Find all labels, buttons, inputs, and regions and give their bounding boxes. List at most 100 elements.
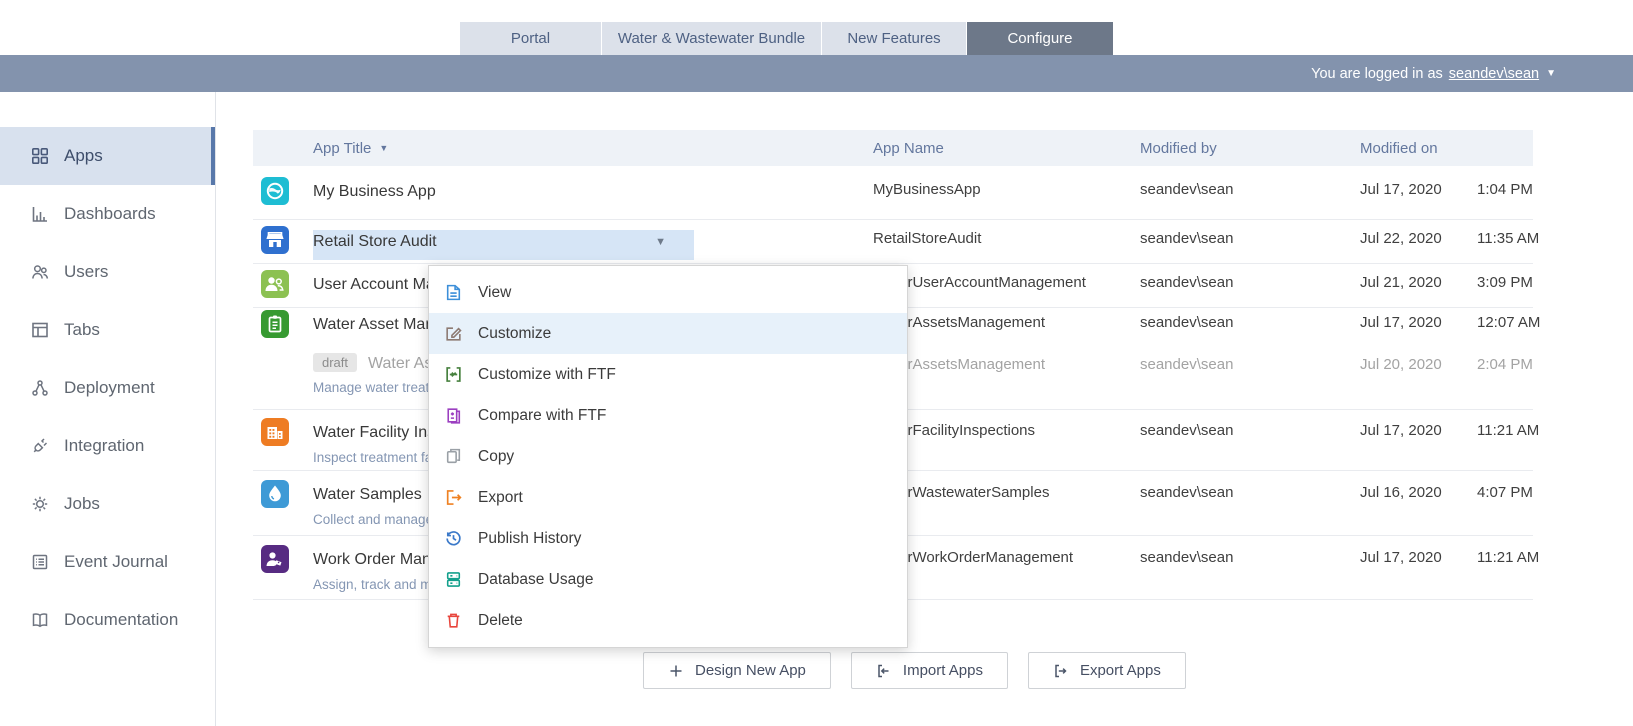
app-name-cell: WaterAssetsManagement [873, 356, 1140, 373]
tab-portal[interactable]: Portal [460, 22, 601, 55]
app-name-cell: WaterWastewaterSamples [873, 484, 1140, 501]
modified-by-cell: seandev\sean [1140, 484, 1360, 501]
sidebar-label: Event Journal [64, 552, 168, 572]
sidebar-item-jobs[interactable]: Jobs [0, 475, 215, 533]
design-new-app-button[interactable]: Design New App [643, 652, 831, 689]
modified-by-cell: seandev\sean [1140, 549, 1360, 566]
menu-item-label: Customize with FTF [478, 366, 616, 384]
modified-by-cell: seandev\sean [1140, 356, 1360, 373]
customize-pencil-icon [444, 324, 463, 343]
sidebar-item-users[interactable]: Users [0, 243, 215, 301]
sidebar-item-tabs[interactable]: Tabs [0, 301, 215, 359]
sidebar-item-deployment[interactable]: Deployment [0, 359, 215, 417]
menu-item-export[interactable]: Export [429, 477, 907, 518]
modified-date-cell: Jul 17, 2020 [1360, 549, 1477, 566]
factory-app-icon [261, 418, 289, 446]
sidebar-item-documentation[interactable]: Documentation [0, 591, 215, 649]
tab-new-features[interactable]: New Features [822, 22, 966, 55]
compare-ftf-icon [444, 406, 463, 425]
publish-history-clock-icon [444, 529, 463, 548]
username-link[interactable]: seandev\sean [1449, 66, 1539, 82]
copy-icon [444, 447, 463, 466]
modified-date-cell: Jul 22, 2020 [1360, 230, 1477, 247]
modified-by-cell: seandev\sean [1140, 181, 1360, 198]
menu-item-compare-with-ftf[interactable]: Compare with FTF [429, 395, 907, 436]
sidebar: Apps Dashboards Users Tabs Deployment In… [0, 92, 216, 726]
import-apps-button[interactable]: Import Apps [851, 652, 1008, 689]
apps-grid-icon [30, 146, 50, 166]
draft-badge: draft [313, 353, 357, 372]
app-name-cell: WaterWorkOrderManagement [873, 549, 1140, 566]
sidebar-label: Integration [64, 436, 144, 456]
dropdown-caret-icon[interactable]: ▼ [655, 236, 666, 248]
app-title: Retail Store Audit [313, 233, 437, 251]
menu-item-label: Copy [478, 448, 514, 466]
modified-time-cell: 2:04 PM [1477, 356, 1533, 373]
sidebar-item-dashboards[interactable]: Dashboards [0, 185, 215, 243]
user-accounts-app-icon [261, 270, 289, 298]
menu-item-label: Compare with FTF [478, 407, 606, 425]
import-icon [876, 663, 892, 679]
tab-water-wastewater-bundle[interactable]: Water & Wastewater Bundle [602, 22, 821, 55]
modified-by-cell: seandev\sean [1140, 230, 1360, 247]
menu-item-label: Database Usage [478, 571, 593, 589]
modified-date-cell: Jul 21, 2020 [1360, 274, 1477, 291]
footer-actions: Design New App Import Apps Export Apps [643, 652, 1186, 689]
menu-item-label: Publish History [478, 530, 581, 548]
menu-item-database-usage[interactable]: Database Usage [429, 559, 907, 600]
user-menu-caret-icon[interactable]: ▼ [1546, 68, 1556, 79]
menu-item-label: Export [478, 489, 523, 507]
modified-date-cell: Jul 17, 2020 [1360, 422, 1477, 439]
menu-item-customize[interactable]: Customize [429, 313, 907, 354]
tab-configure[interactable]: Configure [967, 22, 1113, 55]
top-tab-strip: Portal Water & Wastewater Bundle New Fea… [0, 0, 1633, 55]
modified-time-cell: 11:21 AM [1477, 549, 1539, 566]
configure-page: Portal Water & Wastewater Bundle New Fea… [0, 0, 1633, 726]
button-label: Design New App [695, 662, 806, 679]
gear-icon [30, 494, 50, 514]
worker-app-icon [261, 545, 289, 573]
menu-item-copy[interactable]: Copy [429, 436, 907, 477]
modified-date-cell: Jul 16, 2020 [1360, 484, 1477, 501]
table-row-retail-store-audit[interactable]: Retail Store Audit ▼ RetailStoreAudit se… [253, 220, 1533, 264]
view-document-icon [444, 283, 463, 302]
modified-time-cell: 4:07 PM [1477, 484, 1533, 501]
sidebar-label: Tabs [64, 320, 100, 340]
header-modified-by[interactable]: Modified by [1140, 140, 1360, 157]
sort-descending-icon: ▼ [379, 143, 388, 153]
export-icon [1053, 663, 1069, 679]
app-name-cell: WaterFacilityInspections [873, 422, 1140, 439]
sidebar-item-event-journal[interactable]: Event Journal [0, 533, 215, 591]
table-row-my-business-app[interactable]: My Business App MyBusinessApp seandev\se… [253, 166, 1533, 220]
tabs-layout-icon [30, 320, 50, 340]
sidebar-item-apps[interactable]: Apps [0, 127, 215, 185]
app-title: My Business App [313, 181, 873, 203]
clipboard-app-icon [261, 310, 289, 338]
menu-item-delete[interactable]: Delete [429, 600, 907, 641]
table-header-row: App Title▼ App Name Modified by Modified… [253, 130, 1533, 166]
menu-item-customize-with-ftf[interactable]: Customize with FTF [429, 354, 907, 395]
header-modified-on[interactable]: Modified on [1360, 140, 1477, 157]
app-name-cell: RetailStoreAudit [873, 230, 1140, 247]
menu-item-label: Customize [478, 325, 551, 343]
deployment-nodes-icon [30, 378, 50, 398]
plug-icon [30, 436, 50, 456]
water-drop-app-icon [261, 480, 289, 508]
header-app-title[interactable]: App Title▼ [313, 140, 873, 157]
login-status-text: You are logged in as [1311, 66, 1443, 82]
sidebar-label: Users [64, 262, 108, 282]
app-name-cell: WaterUserAccountManagement [873, 274, 1140, 291]
export-apps-button[interactable]: Export Apps [1028, 652, 1186, 689]
customize-ftf-icon [444, 365, 463, 384]
app-context-menu: View Customize Customize with FTF Compar… [428, 265, 908, 648]
app-title-dropdown[interactable]: Retail Store Audit ▼ [313, 230, 694, 260]
sidebar-item-integration[interactable]: Integration [0, 417, 215, 475]
menu-item-view[interactable]: View [429, 272, 907, 313]
sidebar-label: Documentation [64, 610, 178, 630]
globe-app-icon [261, 177, 289, 205]
header-app-name[interactable]: App Name [873, 140, 1140, 157]
app-name-cell: WaterAssetsManagement [873, 314, 1140, 331]
menu-item-publish-history[interactable]: Publish History [429, 518, 907, 559]
sidebar-label: Jobs [64, 494, 100, 514]
export-icon [444, 488, 463, 507]
